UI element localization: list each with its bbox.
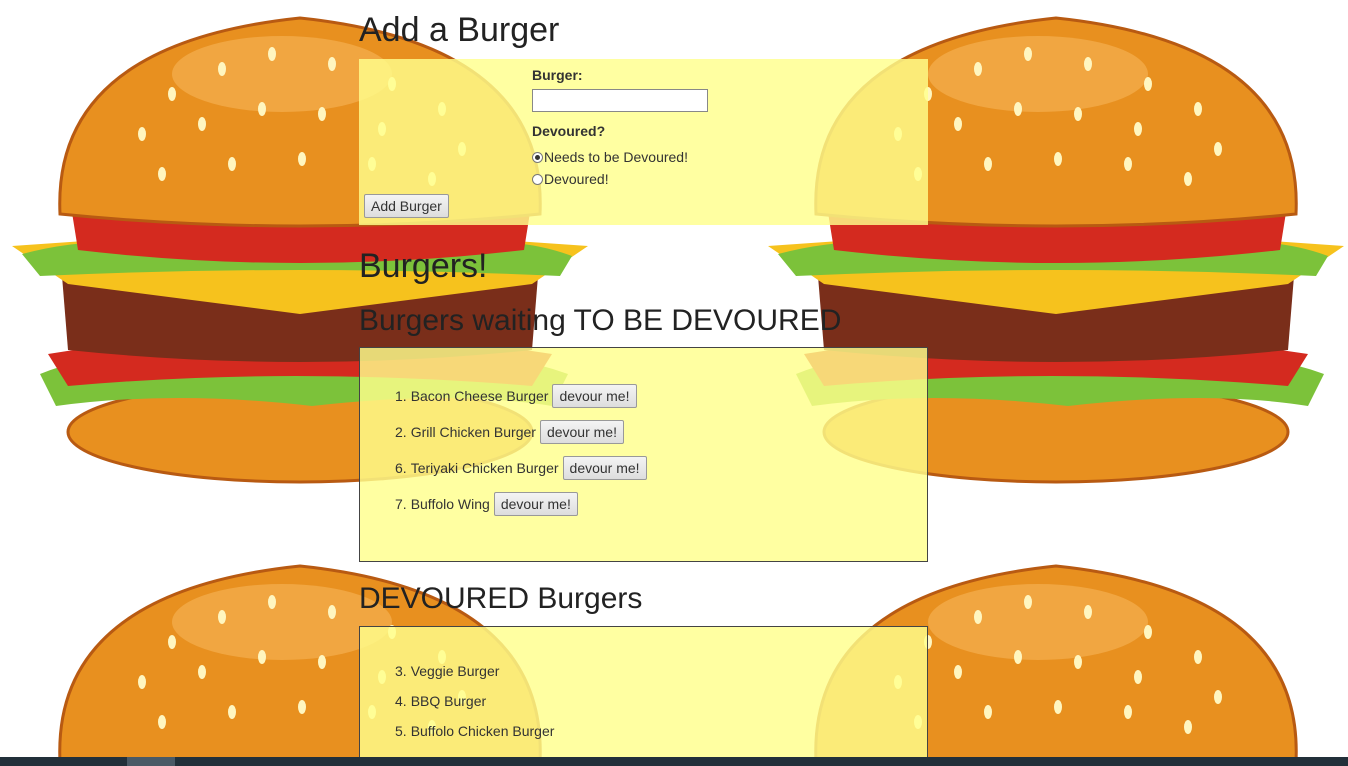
list-item: 3. Veggie Burger [395, 663, 499, 679]
devoured-option[interactable]: Devoured! [532, 171, 609, 187]
devoured-burgers-panel: 3. Veggie Burger 4. BBQ Burger 5. Buffol… [359, 626, 928, 766]
burger-name: Veggie Burger [410, 663, 500, 679]
needs-devoured-label: Needs to be Devoured! [544, 149, 688, 165]
needs-devoured-option[interactable]: Needs to be Devoured! [532, 149, 688, 165]
devour-button[interactable]: devour me! [493, 492, 578, 516]
burger-name: Grill Chicken Burger [410, 424, 536, 440]
list-item: 2. Grill Chicken Burger devour me! [395, 420, 624, 444]
devour-button[interactable]: devour me! [552, 384, 637, 408]
list-item: 4. BBQ Burger [395, 693, 486, 709]
burger-name: Teriyaki Chicken Burger [410, 460, 559, 476]
item-number: 5. [395, 723, 407, 739]
list-item: 1. Bacon Cheese Burger devour me! [395, 384, 637, 408]
taskbar [0, 757, 1348, 766]
burger-name: Bacon Cheese Burger [410, 388, 549, 404]
burger-name-label: Burger: [532, 67, 583, 83]
devoured-heading: DEVOURED Burgers [359, 582, 643, 615]
waiting-heading: Burgers waiting TO BE DEVOURED [359, 304, 842, 337]
waiting-burgers-panel: 1. Bacon Cheese Burger devour me! 2. Gri… [359, 347, 928, 562]
item-number: 4. [395, 693, 407, 709]
add-burger-heading: Add a Burger [359, 11, 560, 49]
burger-name: Buffolo Chicken Burger [410, 723, 555, 739]
needs-devoured-radio[interactable] [532, 151, 543, 163]
burger-name: Buffolo Wing [410, 496, 490, 512]
item-number: 7. [395, 496, 407, 512]
item-number: 3. [395, 663, 407, 679]
taskbar-button[interactable] [127, 757, 175, 766]
item-number: 1. [395, 388, 407, 404]
item-number: 2. [395, 424, 407, 440]
list-item: 6. Teriyaki Chicken Burger devour me! [395, 456, 647, 480]
devoured-option-label: Devoured! [544, 171, 609, 187]
burger-name: BBQ Burger [410, 693, 487, 709]
devoured-label: Devoured? [532, 123, 606, 139]
burger-name-input[interactable] [532, 89, 708, 112]
list-item: 5. Buffolo Chicken Burger [395, 723, 554, 739]
add-burger-button[interactable]: Add Burger [364, 194, 449, 218]
devour-button[interactable]: devour me! [539, 420, 624, 444]
devoured-radio[interactable] [532, 173, 543, 185]
list-item: 7. Buffolo Wing devour me! [395, 492, 578, 516]
add-burger-form: Burger: Devoured? Needs to be Devoured! … [359, 59, 928, 225]
burgers-heading: Burgers! [359, 247, 488, 285]
item-number: 6. [395, 460, 407, 476]
devour-button[interactable]: devour me! [562, 456, 647, 480]
